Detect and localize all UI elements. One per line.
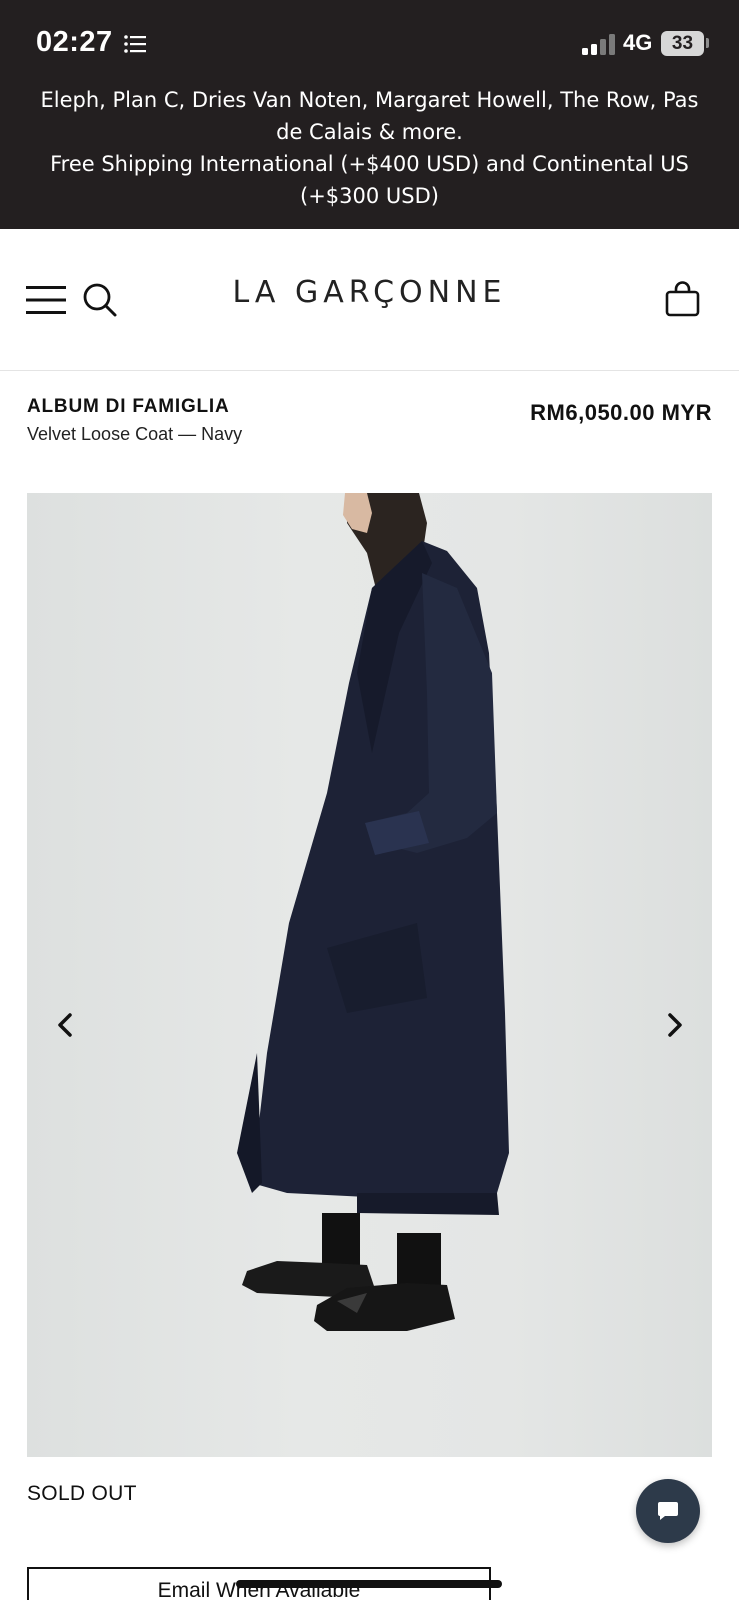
product-title: Velvet Loose Coat — Navy	[27, 424, 243, 444]
product-price: RM6,050.00 MYR	[530, 400, 712, 425]
menu-icon[interactable]	[26, 285, 66, 315]
status-bar: 02:27 4G 33	[0, 0, 739, 88]
search-icon[interactable]	[82, 282, 118, 318]
home-indicator	[236, 1580, 502, 1588]
announcement-shipping: Free Shipping International (+$400 USD) …	[50, 152, 689, 208]
signal-icon	[582, 34, 615, 55]
chevron-right-icon[interactable]	[660, 1008, 690, 1042]
announcement-bar: Eleph, Plan C, Dries Van Noten, Margaret…	[40, 84, 699, 212]
status-time: 02:27	[36, 26, 113, 58]
chevron-left-icon[interactable]	[50, 1008, 80, 1042]
product-image[interactable]	[27, 493, 712, 1457]
availability-status: SOLD OUT	[27, 1482, 137, 1505]
site-logo[interactable]: LA GARÇONNE	[150, 275, 589, 310]
site-header: LA GARÇONNE	[0, 229, 739, 371]
battery-tip	[706, 38, 709, 48]
network-label: 4G	[623, 30, 653, 55]
announcement-brands: Eleph, Plan C, Dries Van Noten, Margaret…	[40, 88, 699, 144]
shopping-bag-icon[interactable]	[665, 281, 700, 317]
chat-icon	[658, 1502, 678, 1520]
list-icon	[124, 35, 146, 53]
coat-photo	[237, 493, 509, 1331]
product-brand[interactable]: ALBUM DI FAMIGLIA	[27, 396, 230, 418]
chat-button[interactable]	[636, 1479, 700, 1543]
battery-indicator: 33	[661, 31, 704, 56]
top-banner: 02:27 4G 33 Eleph, Plan C, Dries Van Not…	[0, 0, 739, 229]
